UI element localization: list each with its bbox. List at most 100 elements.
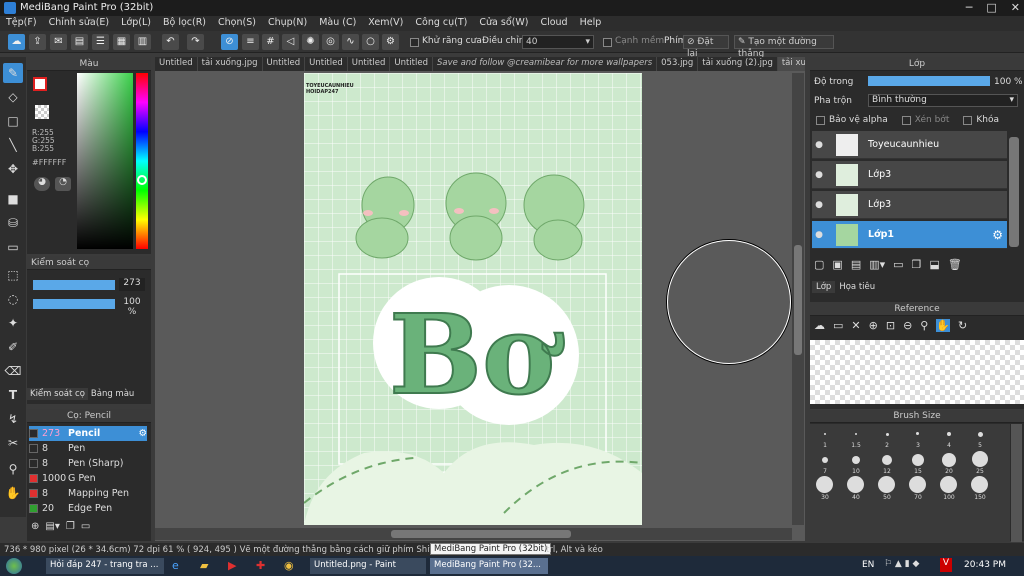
concentric-snap-icon[interactable]: ◎ bbox=[322, 34, 339, 50]
tab-document[interactable]: Untitled bbox=[348, 57, 391, 71]
brush-item-pen-sharp[interactable]: 8 Pen (Sharp) bbox=[29, 456, 147, 471]
antivirus-icon[interactable]: V bbox=[940, 558, 952, 572]
brush-size-cell[interactable]: 20 bbox=[934, 450, 964, 475]
maximize-button[interactable]: □ bbox=[986, 1, 996, 14]
brush-size-value[interactable]: 273 bbox=[119, 278, 145, 291]
cloud-icon[interactable]: ☁ bbox=[8, 34, 25, 50]
horizontal-scrollbar[interactable] bbox=[155, 528, 792, 540]
duplicate-layer-icon[interactable]: ❐ bbox=[912, 258, 922, 271]
brush-size-cell[interactable]: 25 bbox=[965, 450, 995, 475]
add-brush-icon[interactable]: ⊕ bbox=[31, 521, 39, 532]
select-pen-tool-icon[interactable]: ✐ bbox=[3, 337, 23, 357]
menu-edit[interactable]: Chỉnh sửa(E) bbox=[43, 16, 116, 31]
brush-size-cell[interactable]: 7 bbox=[810, 450, 840, 475]
cloud-download-icon[interactable]: ☁ bbox=[814, 319, 825, 332]
gear-icon[interactable]: ⚙ bbox=[138, 428, 147, 439]
artwork-canvas[interactable]: TOYEUCAUNHIEU HOIDAP247 Bơ bbox=[304, 73, 642, 525]
brush-tool-icon[interactable]: ✎ bbox=[3, 63, 23, 83]
horizontal-scrollbar-thumb[interactable] bbox=[391, 530, 571, 538]
brush-menu-icon[interactable]: ▤▾ bbox=[45, 521, 59, 532]
brush-size-cell[interactable]: 12 bbox=[872, 450, 902, 475]
zoom-in-icon[interactable]: ⊕ bbox=[869, 319, 878, 332]
taskbar-item-medibang[interactable]: MediBang Paint Pro (32... bbox=[430, 558, 548, 574]
magic-wand-tool-icon[interactable]: ✦ bbox=[3, 313, 23, 333]
layer-row-active[interactable]: ● Lớp1 ⚙ bbox=[812, 221, 1007, 249]
taskbar-item-paint[interactable]: Untitled.png - Paint bbox=[310, 558, 426, 574]
brush-size-cell[interactable]: 1 bbox=[810, 424, 840, 449]
tab-document[interactable]: Untitled bbox=[155, 57, 198, 71]
menu-snap[interactable]: Chụp(N) bbox=[262, 16, 313, 31]
list-icon[interactable]: ☰ bbox=[92, 34, 109, 50]
menu-cloud[interactable]: Cloud bbox=[534, 16, 573, 31]
layer-row[interactable]: ● Lớp3 bbox=[812, 191, 1007, 219]
palette-icon[interactable]: ◕ bbox=[34, 177, 50, 191]
adjust-select[interactable]: 40 ▾ bbox=[522, 35, 594, 49]
brush-item-pen[interactable]: 8 Pen bbox=[29, 441, 147, 456]
eyedropper-icon[interactable]: ⚲ bbox=[920, 319, 928, 332]
new-halftone-layer-icon[interactable]: ▣ bbox=[832, 258, 842, 271]
bucket-tool-icon[interactable]: ⛁ bbox=[3, 213, 23, 233]
blend-mode-select[interactable]: Bình thường ▾ bbox=[868, 94, 1018, 107]
tab-document[interactable]: Untitled bbox=[263, 57, 306, 71]
layer-scrollbar[interactable] bbox=[1009, 137, 1019, 247]
straight-line-button[interactable]: ✎ Tạo một đường thẳng bbox=[734, 35, 834, 59]
tab-color-palette[interactable]: Bảng màu bbox=[88, 388, 137, 400]
add-layer-menu-icon[interactable]: ▥▾ bbox=[869, 258, 885, 271]
chat-icon[interactable]: ✉ bbox=[50, 34, 67, 50]
soft-edge-checkbox[interactable] bbox=[603, 38, 612, 47]
antialias-checkbox[interactable] bbox=[410, 38, 419, 47]
brush-size-cell[interactable]: 30 bbox=[810, 476, 840, 501]
brush-copy-icon[interactable]: ❐ bbox=[66, 521, 75, 532]
delete-layer-icon[interactable]: 🗑 bbox=[948, 258, 962, 271]
brush-size-cell[interactable]: 1.5 bbox=[841, 424, 871, 449]
tab-document[interactable]: tải xuống.jpg bbox=[198, 57, 263, 71]
redo-icon[interactable]: ↷ bbox=[187, 34, 204, 50]
hue-handle[interactable] bbox=[137, 175, 147, 185]
brush-item-g-pen[interactable]: 1000 G Pen bbox=[29, 471, 147, 486]
folder-icon[interactable]: ▭ bbox=[893, 258, 903, 271]
brush-size-cell[interactable]: 50 bbox=[872, 476, 902, 501]
tab-document[interactable]: Untitled bbox=[390, 57, 433, 71]
visibility-icon[interactable]: ● bbox=[812, 170, 826, 180]
upload-icon[interactable]: ⇪ bbox=[29, 34, 46, 50]
eyedropper-tool-icon[interactable]: ⚲ bbox=[3, 459, 23, 479]
select-eraser-tool-icon[interactable]: ⌫ bbox=[3, 361, 23, 381]
grid-icon[interactable]: ▦ bbox=[113, 34, 130, 50]
ie-icon[interactable]: e bbox=[172, 559, 179, 572]
color-picker-icon[interactable]: ◔ bbox=[55, 177, 71, 191]
brush-size-cell[interactable]: 100 bbox=[934, 476, 964, 501]
open-folder-icon[interactable]: ▭ bbox=[833, 319, 843, 332]
lasso-tool-icon[interactable]: ◌ bbox=[3, 289, 23, 309]
clip-checkbox[interactable] bbox=[901, 115, 911, 125]
close-button[interactable]: ✕ bbox=[1011, 1, 1020, 14]
language-indicator[interactable]: EN bbox=[862, 560, 874, 570]
new-layer-icon[interactable]: ▢ bbox=[814, 258, 824, 271]
reference-canvas[interactable] bbox=[810, 340, 1024, 404]
brush-size-cell[interactable]: 3 bbox=[903, 424, 933, 449]
menu-help[interactable]: Help bbox=[574, 16, 608, 31]
menu-layer[interactable]: Lớp(L) bbox=[115, 16, 157, 31]
brush-size-cell[interactable]: 40 bbox=[841, 476, 871, 501]
text-tool-icon[interactable]: T bbox=[3, 385, 23, 405]
background-color-swatch[interactable] bbox=[35, 105, 49, 119]
select-tool-icon[interactable]: ⬚ bbox=[3, 265, 23, 285]
no-snap-icon[interactable]: ⊘ bbox=[221, 34, 238, 50]
brush-size-scrollbar[interactable] bbox=[1011, 424, 1022, 542]
grid-snap-icon[interactable]: # bbox=[262, 34, 279, 50]
tab-document[interactable]: tải xuống (2).jpg bbox=[698, 57, 778, 71]
tab-pattern[interactable]: Họa tiêu bbox=[835, 281, 879, 293]
hue-slider[interactable] bbox=[136, 73, 148, 249]
circle-snap-icon[interactable]: ○ bbox=[362, 34, 379, 50]
menu-color[interactable]: Màu (C) bbox=[313, 16, 362, 31]
document-icon[interactable]: ▤ bbox=[71, 34, 88, 50]
menu-tools[interactable]: Công cụ(T) bbox=[409, 16, 473, 31]
brush-size-slider[interactable] bbox=[33, 280, 115, 290]
tray-icons[interactable]: ⚐ ▲ ▮ ◆ bbox=[884, 559, 919, 569]
taskbar-item-browser[interactable]: Hỏi đáp 247 - trang tra ... bbox=[46, 558, 164, 574]
brush-size-cell[interactable]: 70 bbox=[903, 476, 933, 501]
brush-size-cell[interactable]: 15 bbox=[903, 450, 933, 475]
menu-select[interactable]: Chọn(S) bbox=[212, 16, 262, 31]
foreground-color-swatch[interactable] bbox=[33, 77, 47, 91]
color-saturation-field[interactable] bbox=[77, 73, 133, 249]
brush-size-cell[interactable]: 2 bbox=[872, 424, 902, 449]
